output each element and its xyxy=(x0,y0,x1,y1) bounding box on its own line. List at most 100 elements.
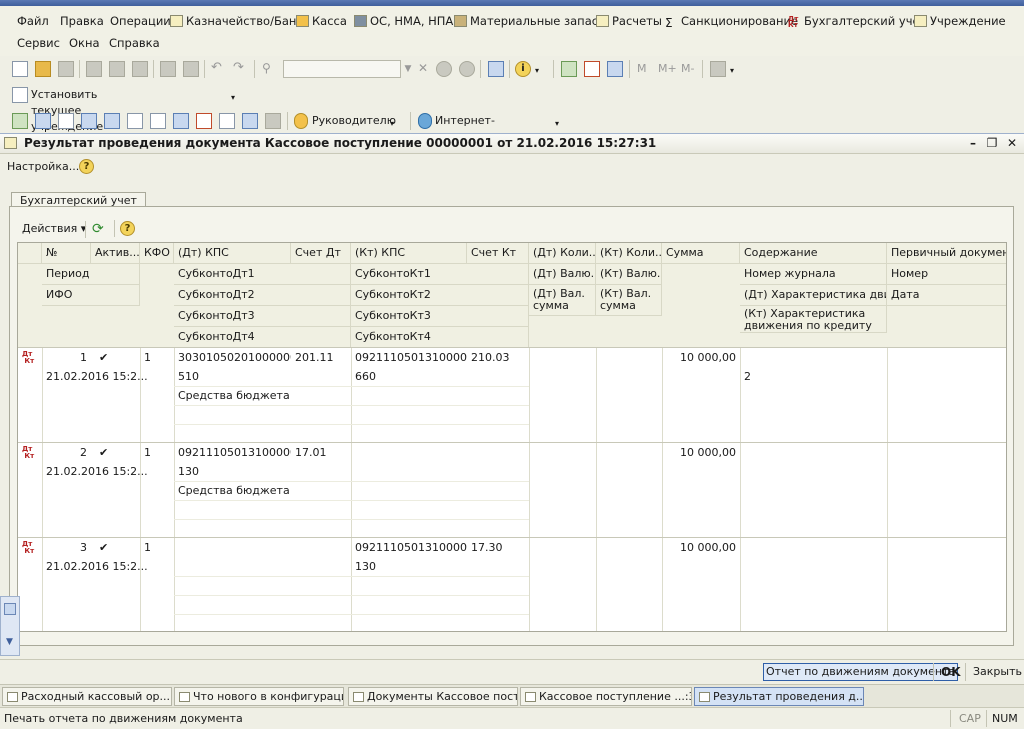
col-header-subkonto-dt3[interactable]: СубконтоДт3 xyxy=(174,306,351,327)
report-movements-button[interactable]: Отчет по движениям документа xyxy=(763,663,959,681)
tools-icon[interactable] xyxy=(710,61,726,77)
menu-settlements[interactable]: Расчеты xyxy=(596,12,662,30)
search-next-icon[interactable] xyxy=(436,61,452,77)
report-icon-6[interactable] xyxy=(127,113,143,129)
col-header-ifo[interactable]: ИФО xyxy=(42,285,140,306)
col-header-dt-kps[interactable]: (Дт) КПС xyxy=(174,243,291,264)
menu-help[interactable]: Справка xyxy=(109,34,160,52)
info-dropdown-icon[interactable]: ▾ xyxy=(535,61,551,77)
col-header-date[interactable]: Дата xyxy=(887,285,1006,306)
report-icon-2[interactable] xyxy=(35,113,51,129)
col-header-sum[interactable]: Сумма xyxy=(662,243,740,264)
manager-dropdown-icon[interactable]: ▾ xyxy=(390,113,406,129)
col-header-period[interactable]: Период xyxy=(42,264,140,285)
undo-icon[interactable]: ↶ xyxy=(211,61,227,77)
grid-help-button[interactable]: ? xyxy=(120,221,135,236)
find-icon[interactable]: ⚲ xyxy=(262,61,278,77)
active-check-icon[interactable]: ✔ xyxy=(95,443,115,462)
redo-icon[interactable]: ↷ xyxy=(233,61,249,77)
col-header-schet-dt[interactable]: Счет Дт xyxy=(291,243,351,264)
info-icon[interactable]: i xyxy=(515,61,531,77)
col-header-content[interactable]: Содержание xyxy=(740,243,887,264)
col-header-kt-cur-sum[interactable]: (Кт) Вал. сумма xyxy=(596,285,662,316)
menu-service[interactable]: Сервис xyxy=(17,34,60,52)
side-panel-handle[interactable]: ▼ xyxy=(0,596,20,656)
col-header-dt-qty[interactable]: (Дт) Коли... xyxy=(529,243,596,264)
search-input[interactable] xyxy=(283,60,401,78)
col-header-schet-kt[interactable]: Счет Кт xyxy=(467,243,529,264)
task-whats-new[interactable]: Что нового в конфигураци... xyxy=(174,687,344,706)
report-icon-12[interactable] xyxy=(265,113,281,129)
col-header-dt-currency[interactable]: (Дт) Валю... xyxy=(529,264,596,285)
col-header-dt-movement[interactable]: (Дт) Характеристика дви... xyxy=(740,285,887,306)
close-button[interactable]: Закрыть xyxy=(973,664,1022,680)
search-prev-icon[interactable] xyxy=(459,61,475,77)
col-header-dt-cur-sum[interactable]: (Дт) Вал. сумма xyxy=(529,285,596,316)
menu-edit[interactable]: Правка xyxy=(60,12,104,30)
task-expense-order[interactable]: Расходный кассовый ор...:10 xyxy=(2,687,172,706)
paste-icon[interactable] xyxy=(132,61,148,77)
refresh-icon[interactable]: ⟳ xyxy=(92,220,104,238)
save-icon[interactable] xyxy=(58,61,74,77)
report-icon-4[interactable] xyxy=(81,113,97,129)
col-header-subkonto-kt1[interactable]: СубконтоКт1 xyxy=(351,264,529,285)
help-button[interactable]: ? xyxy=(79,159,94,174)
active-check-icon[interactable]: ✔ xyxy=(95,348,115,367)
memory-subtract-button[interactable]: M- xyxy=(681,61,699,77)
memory-add-button[interactable]: M+ xyxy=(658,61,677,77)
menu-inventory[interactable]: Материальные запасы xyxy=(454,12,607,30)
col-header-kt-qty[interactable]: (Кт) Коли... xyxy=(596,243,662,264)
new-document-icon[interactable] xyxy=(12,61,28,77)
menu-windows[interactable]: Окна xyxy=(69,34,100,52)
copy-icon[interactable] xyxy=(109,61,125,77)
report-icon-8[interactable] xyxy=(173,113,189,129)
col-header-subkonto-dt4[interactable]: СубконтоДт4 xyxy=(174,327,351,348)
col-header-kt-kps[interactable]: (Кт) КПС xyxy=(351,243,467,264)
restore-button[interactable]: ❐ xyxy=(985,136,999,150)
task-result-active[interactable]: Результат проведения д...:31 xyxy=(694,687,864,706)
support-dropdown-icon[interactable]: ▾ xyxy=(555,113,571,129)
menu-cash[interactable]: Касса xyxy=(296,12,347,30)
search-dropdown-icon[interactable]: ▼ xyxy=(401,60,415,78)
settings-link[interactable]: Настройка... xyxy=(7,158,79,175)
report-icon-1[interactable] xyxy=(12,113,28,129)
col-header-subkonto-kt3[interactable]: СубконтоКт3 xyxy=(351,306,529,327)
print-preview-icon[interactable] xyxy=(183,61,199,77)
print-icon[interactable] xyxy=(160,61,176,77)
menu-fixed-assets[interactable]: ОС, НМА, НПА xyxy=(354,12,453,30)
col-header-subkonto-kt4[interactable]: СубконтоКт4 xyxy=(351,327,529,348)
report-icon-9[interactable] xyxy=(196,113,212,129)
minimize-button[interactable]: – xyxy=(966,136,980,150)
col-header-primary-doc[interactable]: Первичный документ xyxy=(887,243,1006,264)
entries-grid[interactable]: № Актив... КФО (Дт) КПС Счет Дт (Кт) КПС… xyxy=(17,242,1007,632)
ok-button[interactable]: OK xyxy=(941,664,961,680)
col-header-subkonto-dt2[interactable]: СубконтоДт2 xyxy=(174,285,351,306)
menu-institution[interactable]: Учреждение xyxy=(914,12,1006,30)
cut-icon[interactable] xyxy=(86,61,102,77)
col-header-subkonto-dt1[interactable]: СубконтоДт1 xyxy=(174,264,351,285)
col-header-number[interactable]: № xyxy=(42,243,91,264)
manager-button[interactable]: Руководителю xyxy=(312,113,396,129)
close-window-button[interactable]: ✕ xyxy=(1005,136,1019,150)
calendar-icon[interactable] xyxy=(584,61,600,77)
col-header-journal[interactable]: Номер журнала xyxy=(740,264,887,285)
actions-menu-button[interactable]: Действия ▾ xyxy=(22,221,86,237)
report-icon-10[interactable] xyxy=(219,113,235,129)
menu-operations[interactable]: Операции xyxy=(110,12,171,30)
col-header-active[interactable]: Актив... xyxy=(91,243,140,264)
menu-treasury[interactable]: Казначейство/Банк xyxy=(170,12,303,30)
report-icon-3[interactable] xyxy=(58,113,74,129)
report-icon-7[interactable] xyxy=(150,113,166,129)
open-folder-icon[interactable] xyxy=(35,61,51,77)
clear-search-icon[interactable]: ✕ xyxy=(418,61,434,77)
task-documents-list[interactable]: Документы Кассовое пост... xyxy=(348,687,518,706)
report-icon-11[interactable] xyxy=(242,113,258,129)
col-header-doc-number[interactable]: Номер xyxy=(887,264,1006,285)
report-icon-5[interactable] xyxy=(104,113,120,129)
menu-file[interactable]: Файл xyxy=(17,12,49,30)
active-check-icon[interactable]: ✔ xyxy=(95,538,115,557)
users-icon[interactable] xyxy=(607,61,623,77)
col-header-subkonto-kt2[interactable]: СубконтоКт2 xyxy=(351,285,529,306)
menu-sanctioning[interactable]: Σ Санкционирование xyxy=(665,12,798,30)
windows-icon[interactable] xyxy=(488,61,504,77)
